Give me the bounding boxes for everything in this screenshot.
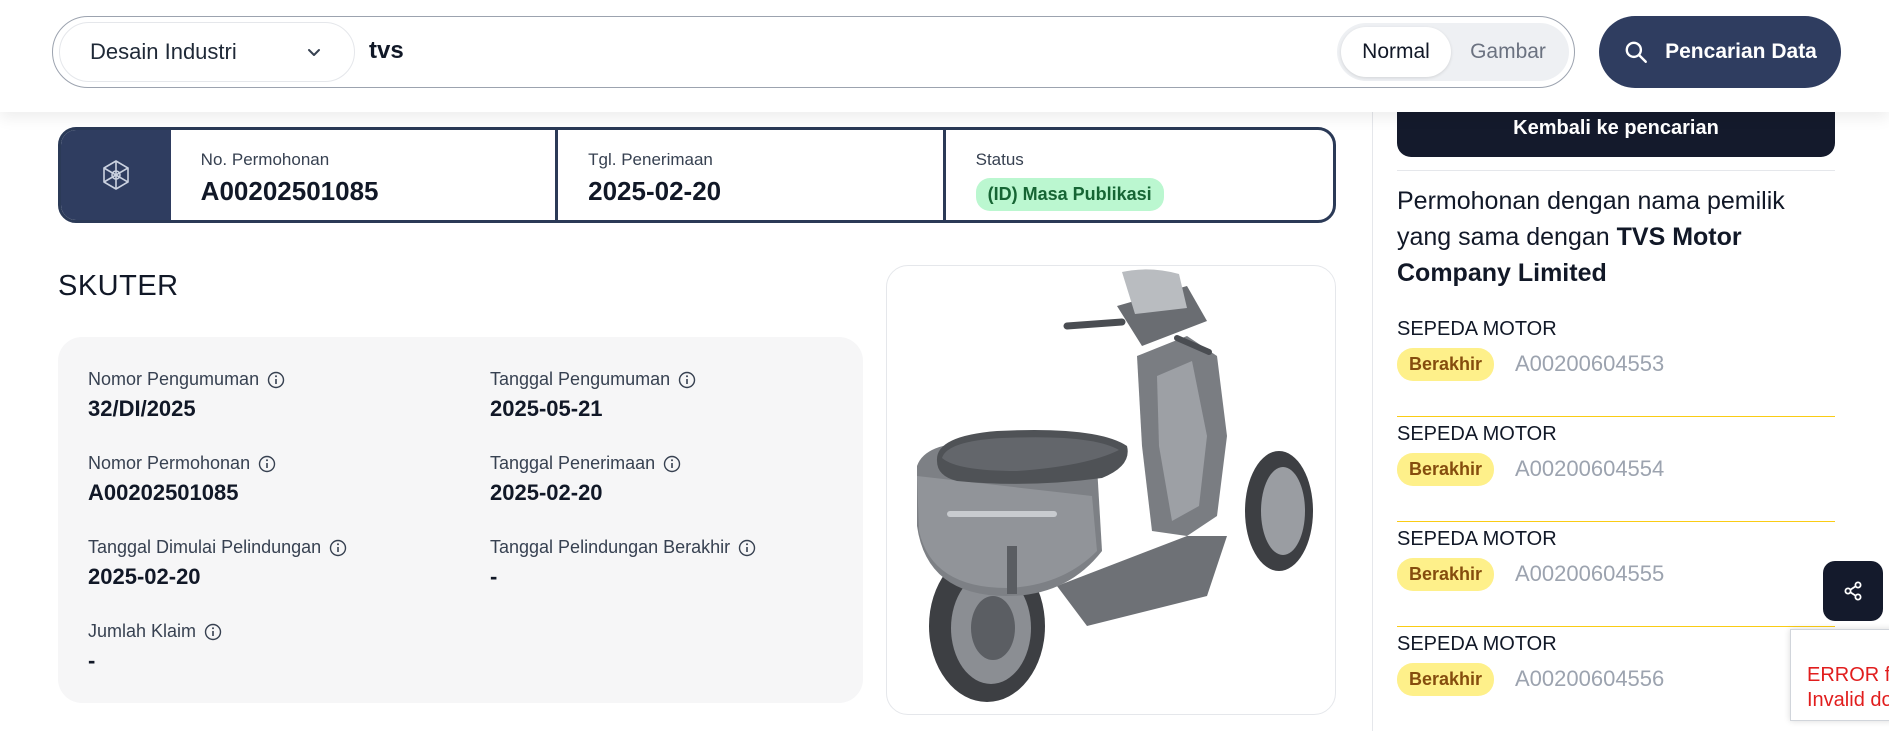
- related-item-number[interactable]: A00200604554: [1515, 456, 1664, 482]
- design-image[interactable]: [886, 265, 1336, 715]
- related-item-status-badge: Berakhir: [1397, 453, 1495, 486]
- error-line-1: ERROR fo: [1807, 664, 1889, 686]
- application-number-cell: No. Permohonan A00202501085: [171, 130, 559, 220]
- status-cell: Status (ID) Masa Publikasi: [946, 130, 1333, 220]
- related-application-item[interactable]: SEPEDA MOTOR Berakhir A00200604553: [1397, 312, 1835, 417]
- search-mode-toggle: Normal Gambar: [1337, 23, 1569, 81]
- search-submit-button[interactable]: Pencarian Data: [1599, 16, 1841, 88]
- received-date-detail-label: Tanggal Penerimaan: [490, 453, 656, 473]
- application-number-value: A00202501085: [200, 176, 379, 206]
- top-search-bar: Desain Industri tvs Normal Gambar Pencar…: [0, 0, 1889, 112]
- info-icon[interactable]: [678, 371, 696, 389]
- mode-normal-button[interactable]: Normal: [1341, 27, 1451, 77]
- share-button[interactable]: [1823, 561, 1883, 621]
- design-details-card: Nomor Pengumuman 32/DI/2025 Tanggal Peng…: [58, 337, 863, 703]
- status-badge: (ID) Masa Publikasi: [975, 178, 1164, 211]
- related-application-item[interactable]: SEPEDA MOTOR Berakhir A00200604555: [1397, 522, 1835, 627]
- announcement-date-field: Tanggal Pengumuman 2025-05-21: [490, 369, 696, 422]
- share-icon: [1844, 581, 1862, 601]
- info-icon[interactable]: [258, 455, 276, 473]
- error-line-2: Invalid do: [1807, 689, 1889, 711]
- info-icon[interactable]: [204, 623, 222, 641]
- search-submit-label: Pencarian Data: [1665, 40, 1817, 63]
- info-icon[interactable]: [267, 371, 285, 389]
- same-owner-heading: Permohonan dengan nama pemilik yang sama…: [1397, 183, 1835, 291]
- info-icon[interactable]: [738, 539, 756, 557]
- design-title: SKUTER: [58, 270, 179, 302]
- protection-end-field: Tanggal Pelindungan Berakhir -: [490, 537, 756, 590]
- search-icon: [1625, 41, 1648, 63]
- recaptcha-error-box: ERROR fo Invalid do: [1790, 629, 1889, 721]
- received-date-value: 2025-02-20: [588, 176, 722, 206]
- scooter-illustration: [917, 269, 1313, 702]
- application-summary-card: No. Permohonan A00202501085 Tgl. Penerim…: [58, 127, 1336, 223]
- protection-start-value: 2025-02-20: [88, 564, 201, 589]
- status-label: Status: [975, 150, 1024, 169]
- related-item-number[interactable]: A00200604553: [1515, 351, 1664, 377]
- related-item-status-badge: Berakhir: [1397, 348, 1495, 381]
- received-date-field: Tanggal Penerimaan 2025-02-20: [490, 453, 681, 506]
- related-application-item[interactable]: SEPEDA MOTOR Berakhir A00200604554: [1397, 417, 1835, 522]
- protection-end-label: Tanggal Pelindungan Berakhir: [490, 537, 731, 557]
- related-item-title: SEPEDA MOTOR: [1397, 528, 1557, 550]
- related-item-status-badge: Berakhir: [1397, 663, 1495, 696]
- related-item-status-badge: Berakhir: [1397, 558, 1495, 591]
- announcement-number-field: Nomor Pengumuman 32/DI/2025: [88, 369, 285, 422]
- announcement-number-label: Nomor Pengumuman: [88, 369, 260, 389]
- protection-start-field: Tanggal Dimulai Pelindungan 2025-02-20: [88, 537, 347, 590]
- received-date-cell: Tgl. Penerimaan 2025-02-20: [558, 130, 946, 220]
- related-application-item[interactable]: SEPEDA MOTOR Berakhir A00200604556: [1397, 627, 1835, 731]
- category-select[interactable]: Desain Industri: [59, 22, 355, 82]
- chevron-down-icon: [308, 49, 320, 56]
- claims-value: -: [88, 648, 96, 673]
- info-icon[interactable]: [663, 455, 681, 473]
- protection-end-value: -: [490, 564, 498, 589]
- related-item-title: SEPEDA MOTOR: [1397, 318, 1557, 340]
- application-number-detail-value: A00202501085: [88, 480, 239, 505]
- related-item-title: SEPEDA MOTOR: [1397, 423, 1557, 445]
- sidebar-divider: [1372, 112, 1373, 731]
- claims-field: Jumlah Klaim -: [88, 621, 222, 674]
- search-shell: Desain Industri tvs Normal Gambar: [52, 16, 1575, 88]
- category-select-value: Desain Industri: [90, 39, 237, 64]
- claims-label: Jumlah Klaim: [88, 621, 197, 641]
- related-item-number[interactable]: A00200604556: [1515, 666, 1664, 692]
- application-number-field: Nomor Permohonan A00202501085: [88, 453, 276, 506]
- related-item-number[interactable]: A00200604555: [1515, 561, 1664, 587]
- application-number-detail-label: Nomor Permohonan: [88, 453, 251, 473]
- announcement-number-value: 32/DI/2025: [88, 396, 196, 421]
- mode-image-button[interactable]: Gambar: [1451, 27, 1565, 77]
- received-date-detail-value: 2025-02-20: [490, 480, 603, 505]
- protection-start-label: Tanggal Dimulai Pelindungan: [88, 537, 322, 557]
- design-type-icon-cell: [61, 130, 171, 220]
- industrial-design-icon: [103, 160, 129, 190]
- announcement-date-value: 2025-05-21: [490, 396, 603, 421]
- sidebar-top-divider: [1397, 170, 1835, 171]
- info-icon[interactable]: [329, 539, 347, 557]
- search-input[interactable]: tvs: [369, 37, 404, 65]
- application-number-label: No. Permohonan: [200, 150, 330, 169]
- related-item-title: SEPEDA MOTOR: [1397, 633, 1557, 655]
- received-date-label: Tgl. Penerimaan: [588, 150, 713, 169]
- announcement-date-label: Tanggal Pengumuman: [490, 369, 671, 389]
